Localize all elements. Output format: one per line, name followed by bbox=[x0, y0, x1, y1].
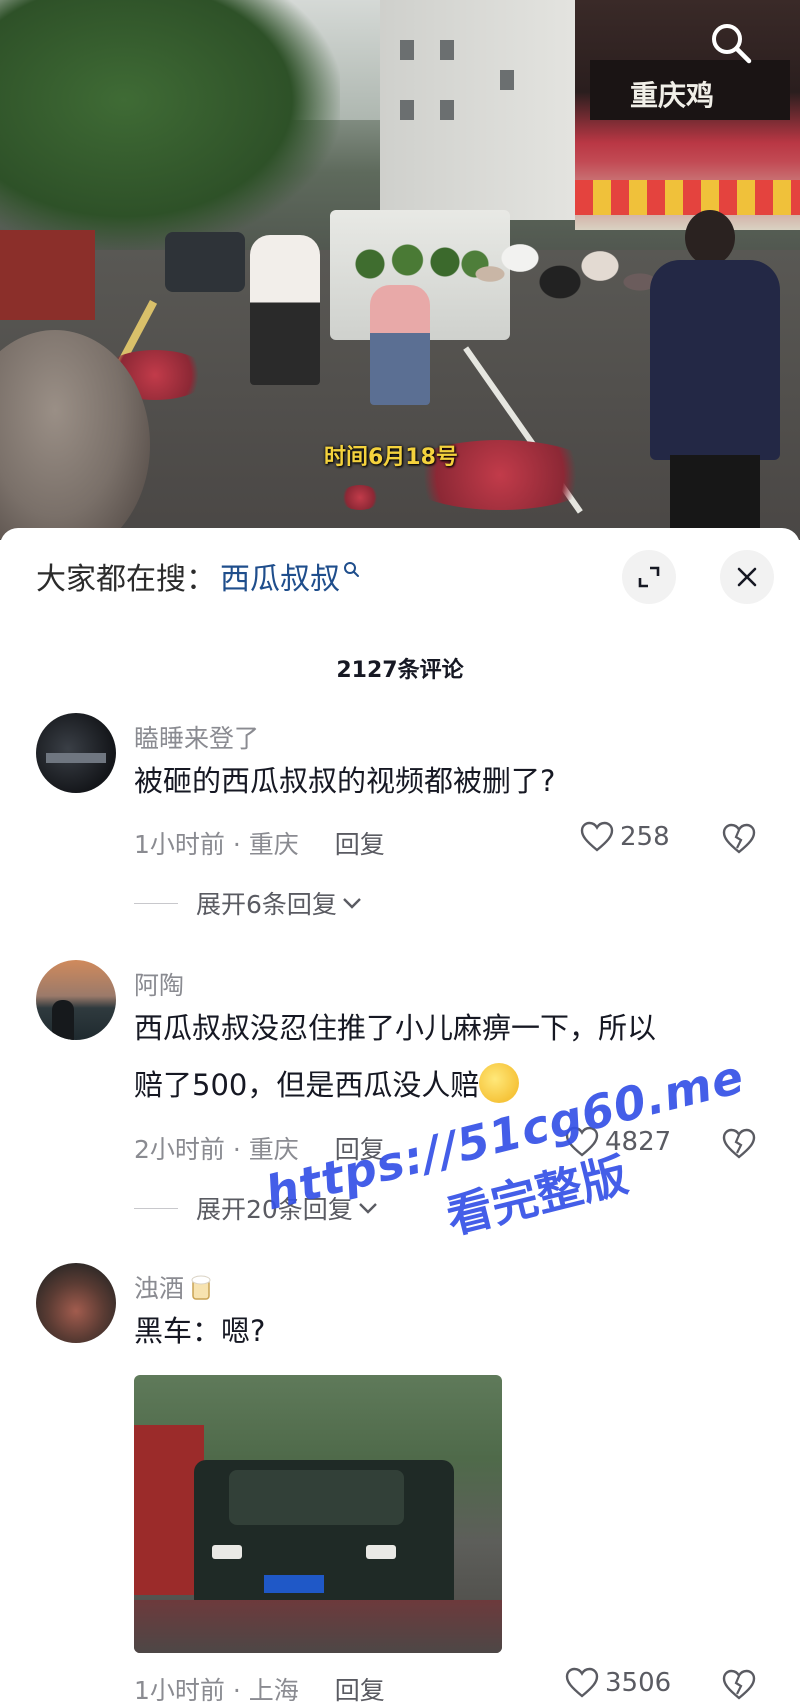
comment-time-location: 1小时前 · 上海 bbox=[134, 1676, 299, 1705]
reply-button[interactable]: 回复 bbox=[335, 1130, 385, 1166]
close-button[interactable] bbox=[720, 550, 774, 604]
like-button[interactable]: 3506 bbox=[565, 1667, 671, 1699]
video-window bbox=[400, 40, 414, 60]
video-caption: 时间6月18号 bbox=[324, 445, 458, 470]
heart-icon bbox=[565, 1667, 599, 1698]
comments-sheet: 大家都在搜： 西瓜叔叔 2127条评论 瞌睡来登了 被砸的西瓜叔叔的视频都被删了… bbox=[0, 528, 800, 1705]
video-red-truck bbox=[0, 230, 95, 320]
search-icon bbox=[344, 562, 359, 577]
avatar[interactable] bbox=[36, 1263, 116, 1343]
broken-heart-icon[interactable] bbox=[722, 823, 756, 855]
comment-text-line: 西瓜叔叔没忍住推了小儿麻痹一下，所以 bbox=[134, 1011, 657, 1045]
video-watermelon-splat bbox=[340, 485, 380, 510]
search-icon[interactable] bbox=[708, 20, 754, 66]
shop-sign-text: 重庆鸡 bbox=[630, 79, 715, 112]
photo-license-plate bbox=[264, 1575, 324, 1593]
photo-headlight bbox=[366, 1545, 396, 1559]
trending-search-term[interactable]: 西瓜叔叔 bbox=[220, 554, 340, 598]
expand-button[interactable] bbox=[622, 550, 676, 604]
video-car bbox=[165, 232, 245, 292]
reply-button[interactable]: 回复 bbox=[335, 1671, 385, 1707]
broken-heart-icon[interactable] bbox=[722, 1128, 756, 1160]
reply-button[interactable]: 回复 bbox=[335, 825, 385, 861]
expand-replies-label: 展开20条回复 bbox=[196, 1195, 353, 1224]
embarrassed-emoji-icon bbox=[479, 1063, 520, 1103]
comment-username[interactable]: 浊酒 bbox=[134, 1269, 184, 1305]
like-count: 3506 bbox=[605, 1668, 672, 1698]
close-icon bbox=[737, 567, 757, 587]
comment-time-location: 2小时前 · 重庆 bbox=[134, 1135, 299, 1164]
video-window bbox=[500, 70, 514, 90]
video-crowd bbox=[470, 210, 670, 370]
video-person bbox=[370, 285, 430, 405]
video-trees bbox=[0, 0, 340, 250]
broken-heart-icon[interactable] bbox=[722, 1669, 756, 1701]
trending-search-prefix: 大家都在搜： bbox=[36, 562, 216, 597]
expand-replies-button[interactable]: 展开20条回复 bbox=[134, 1190, 379, 1226]
divider bbox=[134, 902, 178, 904]
photo-windshield bbox=[229, 1470, 404, 1525]
comment-count: 2127条评论 bbox=[336, 658, 464, 683]
comment-text: 西瓜叔叔没忍住推了小儿麻痹一下，所以 赔了500，但是西瓜没人赔 bbox=[134, 1000, 764, 1114]
video-man bbox=[650, 210, 780, 540]
expand-replies-label: 展开6条回复 bbox=[196, 890, 337, 919]
video-shop-sign: 重庆鸡 bbox=[590, 60, 790, 120]
photo-headlight bbox=[212, 1545, 242, 1559]
chevron-down-icon bbox=[343, 898, 361, 909]
beer-emoji-icon bbox=[191, 1275, 211, 1300]
comment-text: 黑车：嗯? bbox=[134, 1314, 266, 1348]
video-person bbox=[250, 235, 320, 385]
comment-meta: 1小时前 · 上海 回复 bbox=[134, 1671, 385, 1707]
photo-ground bbox=[134, 1600, 502, 1653]
video-watermelons bbox=[340, 240, 490, 280]
video-window bbox=[440, 40, 454, 60]
heart-icon bbox=[580, 821, 614, 852]
comment-meta: 2小时前 · 重庆 回复 bbox=[134, 1130, 385, 1166]
like-button[interactable]: 258 bbox=[580, 821, 670, 853]
avatar[interactable] bbox=[36, 713, 116, 793]
comment-username-row[interactable]: 浊酒 bbox=[134, 1269, 216, 1305]
expand-icon bbox=[638, 566, 660, 588]
comment-text-line: 赔了500，但是西瓜没人赔 bbox=[134, 1057, 764, 1114]
comment-time-location: 1小时前 · 重庆 bbox=[134, 830, 299, 859]
comment-text: 被砸的西瓜叔叔的视频都被删了? bbox=[134, 764, 556, 798]
comment-meta: 1小时前 · 重庆 回复 bbox=[134, 825, 385, 861]
avatar[interactable] bbox=[36, 960, 116, 1040]
comment-username[interactable]: 阿陶 bbox=[134, 966, 184, 1002]
comment-text-line-content: 赔了500，但是西瓜没人赔 bbox=[134, 1068, 480, 1102]
heart-icon bbox=[565, 1126, 599, 1157]
video-player[interactable]: 重庆鸡 时间6月18号 bbox=[0, 0, 800, 540]
comment-image[interactable] bbox=[134, 1375, 502, 1653]
comment-username[interactable]: 瞌睡来登了 bbox=[134, 719, 259, 755]
like-count: 258 bbox=[620, 822, 670, 852]
video-window bbox=[440, 100, 454, 120]
trending-search[interactable]: 大家都在搜： 西瓜叔叔 bbox=[36, 554, 362, 598]
chevron-down-icon bbox=[358, 1203, 377, 1214]
like-count: 4827 bbox=[605, 1127, 672, 1157]
like-button[interactable]: 4827 bbox=[565, 1126, 671, 1158]
expand-replies-button[interactable]: 展开6条回复 bbox=[134, 885, 363, 921]
divider bbox=[134, 1207, 178, 1209]
video-window bbox=[400, 100, 414, 120]
